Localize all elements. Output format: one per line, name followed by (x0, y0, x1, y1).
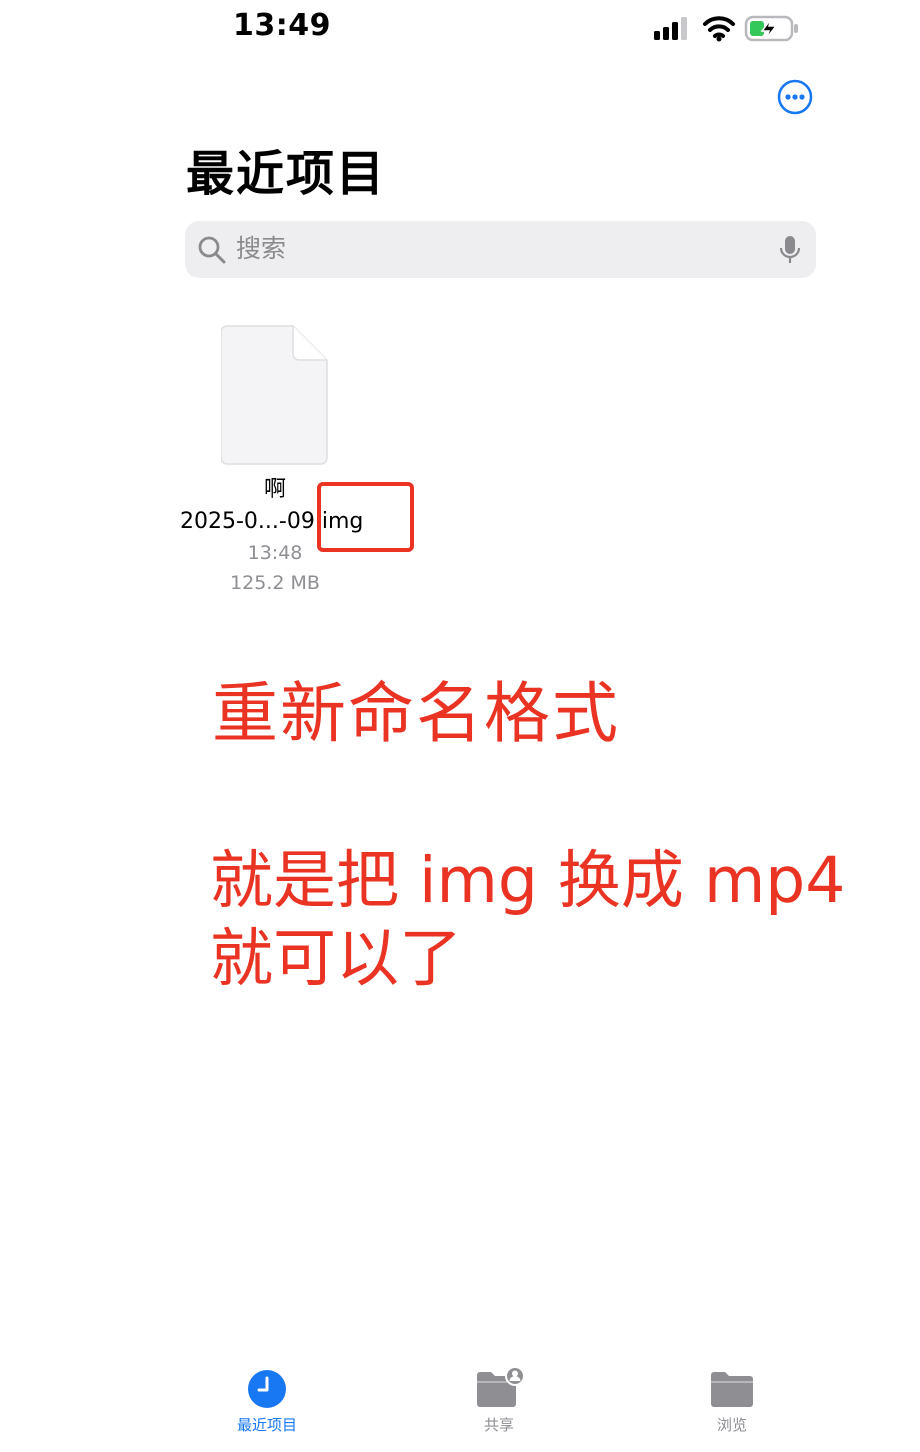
battery-charging-icon (744, 15, 798, 42)
shared-folder-icon (477, 1367, 524, 1407)
clock-icon (248, 1370, 286, 1408)
microphone-icon[interactable] (778, 234, 802, 266)
ellipsis-circle-icon (777, 79, 813, 115)
annotation-replace-extension: 就是把 img 换成 mp4 (210, 844, 846, 917)
tab-label-shared: 共享 (483, 1416, 514, 1434)
extension-highlight-box (317, 482, 414, 552)
cellular-signal-icon (654, 17, 687, 40)
tab-shared[interactable]: 共享 (439, 1355, 559, 1445)
annotation-done: 就可以了 (210, 922, 462, 995)
folder-icon (711, 1372, 753, 1407)
tab-label-browse: 浏览 (716, 1416, 747, 1434)
more-options-button[interactable] (777, 79, 813, 115)
status-time: 13:49 (233, 8, 331, 43)
page-title: 最近项目 (186, 146, 387, 202)
tab-recent[interactable]: 最近项目 (207, 1355, 327, 1445)
tab-browse[interactable]: 浏览 (672, 1355, 792, 1445)
wifi-icon (703, 16, 735, 42)
file-size: 125.2 MB (230, 572, 320, 594)
tab-bar: 最近项目 共享 浏览 (0, 1355, 920, 1452)
search-input[interactable]: 搜索 (236, 233, 286, 265)
document-icon (221, 325, 328, 465)
annotation-rename-format: 重新命名格式 (212, 675, 620, 752)
tab-label-recent: 最近项目 (236, 1416, 297, 1434)
search-icon (198, 236, 226, 264)
file-item[interactable]: 啊 2025-0...-09.img 13:48 125.2 MB (170, 322, 380, 602)
search-bar[interactable]: 搜索 (185, 221, 816, 278)
status-icons (652, 14, 802, 44)
